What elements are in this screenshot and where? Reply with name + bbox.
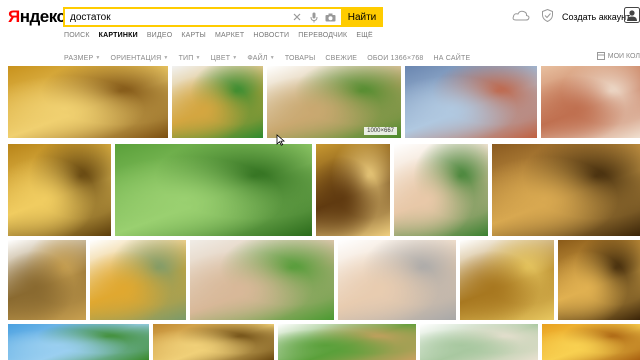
create-account-link[interactable]: Создать аккаунт (562, 12, 630, 22)
my-collections-label: МОИ КОЛ (607, 52, 640, 60)
image-result[interactable] (558, 240, 640, 320)
chevron-down-icon: ▼ (269, 55, 275, 61)
image-result[interactable] (8, 324, 149, 360)
tab-more[interactable]: ЕЩЁ (356, 32, 373, 44)
logo-rest: ндекс (19, 7, 66, 26)
image-result[interactable] (115, 144, 312, 236)
image-result[interactable] (316, 144, 390, 236)
tab-images[interactable]: КАРТИНКИ (99, 32, 138, 44)
filter-file-label: ФАЙЛ (247, 54, 268, 62)
user-avatar[interactable] (624, 7, 640, 23)
logo-ya: Я (8, 7, 20, 26)
filter-size-label: РАЗМЕР (64, 54, 94, 62)
tab-news[interactable]: НОВОСТИ (253, 32, 289, 44)
filter-goods-label: ТОВАРЫ (284, 54, 316, 62)
shield-icon[interactable] (542, 9, 553, 22)
chevron-down-icon: ▼ (163, 55, 169, 61)
collections-icon (596, 52, 605, 60)
weather-icon[interactable] (512, 10, 530, 21)
header: Яндекс Найти Создать аккаунт (0, 0, 640, 30)
microphone-icon[interactable] (307, 11, 320, 24)
search-box: Найти (63, 7, 383, 27)
image-result[interactable] (460, 240, 554, 320)
filter-goods[interactable]: ТОВАРЫ (285, 52, 316, 64)
tab-market[interactable]: МАРКЕТ (215, 32, 244, 44)
image-result[interactable] (8, 144, 111, 236)
filter-size[interactable]: РАЗМЕР ▼ (64, 52, 101, 64)
tab-maps[interactable]: КАРТЫ (181, 32, 206, 44)
tab-video[interactable]: ВИДЕО (147, 32, 173, 44)
filter-on-site[interactable]: НА САЙТЕ (434, 52, 471, 64)
tab-translator[interactable]: ПЕРЕВОДЧИК (298, 32, 347, 44)
filter-fresh[interactable]: СВЕЖИЕ (325, 52, 357, 64)
image-result[interactable] (8, 66, 168, 138)
filter-file[interactable]: ФАЙЛ ▼ (247, 52, 274, 64)
filter-color-label: ЦВЕТ (210, 54, 231, 62)
filter-bar: РАЗМЕР ▼ ОРИЕНТАЦИЯ ▼ ТИП ▼ ЦВЕТ ▼ ФАЙЛ ▼ ТОВ… (64, 52, 640, 64)
filter-wallpapers[interactable]: ОБОИ 1366×768 (367, 52, 423, 64)
image-result[interactable] (172, 66, 263, 138)
filter-orientation-label: ОРИЕНТАЦИЯ (110, 54, 162, 62)
filter-wallpapers-label: ОБОИ 1366×768 (367, 54, 424, 62)
image-result[interactable] (278, 324, 416, 360)
image-result[interactable] (492, 144, 640, 236)
chevron-down-icon: ▼ (232, 55, 238, 61)
image-result[interactable] (8, 240, 86, 320)
camera-icon[interactable] (324, 11, 337, 24)
image-result[interactable] (90, 240, 186, 320)
image-result[interactable] (338, 240, 456, 320)
image-result[interactable] (153, 324, 274, 360)
filter-on-site-label: НА САЙТЕ (433, 54, 471, 62)
image-result[interactable] (420, 324, 538, 360)
image-result[interactable] (542, 324, 640, 360)
image-result[interactable] (541, 66, 640, 138)
clear-icon[interactable] (290, 11, 303, 24)
image-result[interactable] (190, 240, 334, 320)
image-result[interactable] (394, 144, 488, 236)
search-button[interactable]: Найти (341, 7, 383, 27)
image-size-badge: 1000×667 (364, 127, 397, 135)
image-results-grid: 1000×667 (0, 66, 640, 360)
filter-color[interactable]: ЦВЕТ ▼ (211, 52, 238, 64)
my-collections-link[interactable]: МОИ КОЛ (596, 52, 640, 60)
service-tabs: ПОИСК КАРТИНКИ ВИДЕО КАРТЫ МАРКЕТ НОВОСТ… (64, 32, 373, 44)
image-result-hovered[interactable]: 1000×667 (267, 66, 401, 138)
search-input[interactable] (65, 9, 290, 25)
yandex-logo[interactable]: Яндекс (8, 7, 66, 27)
tab-search[interactable]: ПОИСК (64, 32, 90, 44)
filter-type[interactable]: ТИП ▼ (179, 52, 201, 64)
filter-fresh-label: СВЕЖИЕ (325, 54, 358, 62)
image-result[interactable] (405, 66, 537, 138)
chevron-down-icon: ▼ (95, 55, 101, 61)
chevron-down-icon: ▼ (195, 55, 201, 61)
filter-orientation[interactable]: ОРИЕНТАЦИЯ ▼ (111, 52, 169, 64)
mouse-cursor-icon (276, 134, 285, 146)
filter-type-label: ТИП (178, 54, 194, 62)
